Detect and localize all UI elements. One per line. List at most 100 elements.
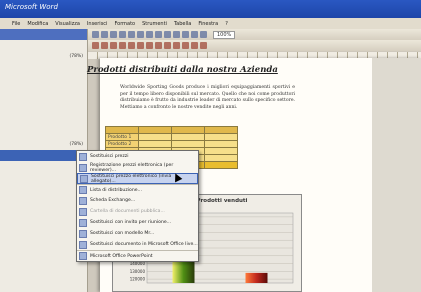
table-cell <box>204 147 238 155</box>
task-pane-row[interactable] <box>0 161 87 172</box>
word-window: Microsoft Word File Modifica Visualizza … <box>0 0 421 292</box>
task-pane-selected-row[interactable] <box>0 150 87 161</box>
menu-table[interactable]: Tabella <box>174 21 191 27</box>
redo-icon[interactable] <box>182 31 189 38</box>
context-menu-item[interactable]: Sostituisci prezzi <box>77 151 198 162</box>
context-menu-label: Sostituisci prezzi <box>90 154 129 159</box>
print-icon[interactable] <box>119 31 126 38</box>
menu-item-icon <box>80 174 88 183</box>
formatting-toolbar <box>88 40 421 51</box>
menu-item-icon <box>79 229 87 238</box>
send-to-context-menu: Sostituisci prezzi Registrazione prezzi e… <box>76 150 199 262</box>
menu-edit[interactable]: Modifica <box>27 21 48 27</box>
italic-icon[interactable] <box>101 42 108 49</box>
menu-item-icon <box>79 252 87 260</box>
task-pane-row[interactable] <box>0 84 87 95</box>
menu-help[interactable]: ? <box>225 21 228 27</box>
new-icon[interactable] <box>92 31 99 38</box>
task-pane-row[interactable] <box>0 183 87 194</box>
context-menu-item[interactable]: Registrazione prezzi elettronica (per re… <box>77 162 198 173</box>
highlight-icon[interactable] <box>191 42 198 49</box>
task-pane-row[interactable] <box>0 128 87 139</box>
task-pane-row[interactable] <box>0 117 87 128</box>
y-tick-label: 130000 <box>130 269 146 274</box>
font-color-icon[interactable] <box>200 42 207 49</box>
context-menu-item: Cartella di documenti pubblica... <box>77 206 198 217</box>
context-menu-label: Sostituisci con invito per riunione... <box>90 220 172 225</box>
menu-bar: File Modifica Visualizza Inserisci Forma… <box>0 18 421 29</box>
task-pane-row[interactable] <box>0 40 87 51</box>
zoom-select[interactable]: 100% <box>213 30 236 39</box>
bold-icon[interactable] <box>92 42 99 49</box>
document-paragraph: Worldwide Sporting Goods produce i migli… <box>120 85 295 110</box>
task-pane-row[interactable] <box>0 62 87 73</box>
table-cell: Prodotto 2 <box>105 140 139 148</box>
menu-item-icon <box>79 152 87 161</box>
table-header-cell <box>105 126 139 134</box>
context-menu-label: Sostituisci documento in Microsoft Offic… <box>90 242 198 247</box>
context-menu-label: Lista di distribuzione... <box>90 187 142 193</box>
bar <box>245 272 268 283</box>
align-right-icon[interactable] <box>137 42 144 49</box>
bullets-icon[interactable] <box>164 42 171 49</box>
context-menu-label: Scheda Exchange... <box>90 198 136 203</box>
table-row: Prodotto 1 <box>105 133 238 141</box>
table-cell <box>171 140 205 148</box>
table-icon[interactable] <box>191 31 198 38</box>
preview-icon[interactable] <box>128 31 135 38</box>
undo-icon[interactable] <box>173 31 180 38</box>
cut-icon[interactable] <box>146 31 153 38</box>
task-pane-row[interactable] <box>0 95 87 106</box>
context-menu-item[interactable]: Microsoft Office PowerPoint <box>77 250 198 261</box>
border-icon[interactable] <box>182 42 189 49</box>
standard-toolbar: 100% <box>88 29 421 40</box>
spelling-icon[interactable] <box>137 31 144 38</box>
table-row: Prodotto 2 <box>105 140 238 148</box>
align-left-icon[interactable] <box>119 42 126 49</box>
menu-format[interactable]: Formato <box>114 21 135 27</box>
save-icon[interactable] <box>110 31 117 38</box>
context-menu-label: Cartella di documenti pubblica... <box>90 209 165 214</box>
task-pane-row[interactable] <box>0 194 87 205</box>
chart-icon[interactable] <box>200 31 207 38</box>
table-cell <box>204 161 238 169</box>
context-menu-item[interactable]: Sostituisci con invito per riunione... <box>77 217 198 228</box>
task-pane-row[interactable]: (78%) <box>0 139 87 150</box>
table-header-cell <box>138 126 172 134</box>
numbering-icon[interactable] <box>155 42 162 49</box>
menu-item-icon <box>79 196 87 205</box>
context-menu-item[interactable]: Scheda Exchange... <box>77 195 198 206</box>
context-menu-item[interactable]: Sostituisci con modello Mr... <box>77 228 198 239</box>
context-menu-item[interactable]: Lista di distribuzione... <box>77 184 198 195</box>
menu-view[interactable]: Visualizza <box>55 21 80 27</box>
context-menu-label: Microsoft Office PowerPoint <box>90 253 153 259</box>
task-pane-row[interactable]: (78%) <box>0 51 87 62</box>
align-center-icon[interactable] <box>128 42 135 49</box>
task-pane-row[interactable] <box>0 172 87 183</box>
menu-item-icon <box>79 163 87 172</box>
underline-icon[interactable] <box>110 42 117 49</box>
menu-tools[interactable]: Strumenti <box>142 21 167 27</box>
menu-file[interactable]: File <box>12 21 20 27</box>
paste-icon[interactable] <box>164 31 171 38</box>
document-heading: Prodotti distribuiti dalla nostra Aziend… <box>87 65 278 75</box>
justify-icon[interactable] <box>146 42 153 49</box>
menu-item-icon <box>79 186 87 194</box>
app-title: Microsoft Word <box>5 3 58 11</box>
task-pane-row[interactable] <box>0 73 87 84</box>
context-menu-label: Sostituisci con modello Mr... <box>90 231 155 236</box>
task-pane-row[interactable] <box>0 205 87 216</box>
copy-icon[interactable] <box>155 31 162 38</box>
task-pane-row[interactable] <box>0 106 87 117</box>
open-icon[interactable] <box>101 31 108 38</box>
table-cell <box>171 133 205 141</box>
title-bar: Microsoft Word <box>0 0 421 20</box>
menu-window[interactable]: Finestra <box>198 21 218 27</box>
table-cell <box>138 140 172 148</box>
menu-insert[interactable]: Inserisci <box>87 21 108 27</box>
table-header-cell <box>171 126 205 134</box>
table-cell <box>138 133 172 141</box>
context-menu-item[interactable]: Sostituisci documento in Microsoft Offic… <box>77 239 198 250</box>
indent-icon[interactable] <box>173 42 180 49</box>
table-cell <box>204 154 238 162</box>
